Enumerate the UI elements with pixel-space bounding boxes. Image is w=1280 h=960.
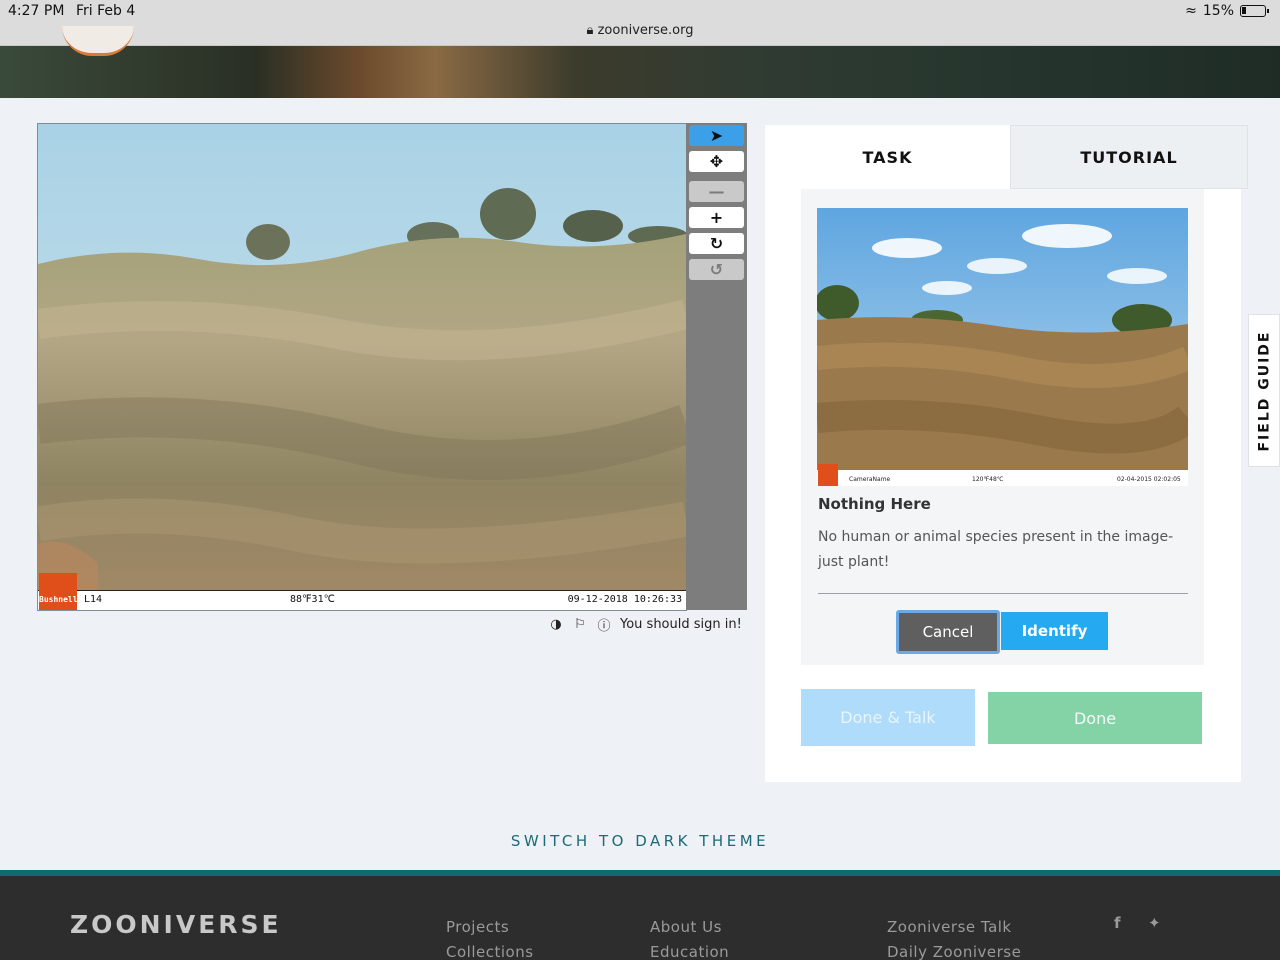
choice-description: No human or animal species present in th… <box>818 529 1174 570</box>
twitter-icon[interactable]: ✦ <box>1148 914 1161 932</box>
footer-link-collections[interactable]: Collections <box>446 943 534 960</box>
footer-link-talk[interactable]: Zooniverse Talk <box>887 918 1012 936</box>
thumb-temperature: 120℉48℃ <box>972 476 1004 483</box>
done-and-talk-button[interactable]: Done & Talk <box>801 689 975 746</box>
card-divider <box>818 593 1188 594</box>
facebook-icon[interactable]: f <box>1114 914 1121 932</box>
wifi-icon: ≈ <box>1185 3 1197 19</box>
field-guide-label: FIELD GUIDE <box>1256 329 1273 452</box>
url-text: zooniverse.org <box>597 23 694 38</box>
address-bar[interactable]: 🔒︎ zooniverse.org <box>0 23 1280 38</box>
identify-button[interactable]: Identify <box>1001 612 1108 650</box>
thumb-timestamp: 02-04-2015 02:02:05 <box>1117 476 1181 483</box>
cancel-button[interactable]: Cancel <box>896 610 1000 654</box>
pointer-icon[interactable]: ➤ <box>689 125 744 146</box>
move-icon[interactable]: ✥ <box>689 151 744 172</box>
image-toolbar: ➤ ✥ — + ↻ ↺ <box>686 123 747 610</box>
footer-link-projects[interactable]: Projects <box>446 918 509 936</box>
battery-icon <box>1240 5 1269 17</box>
tab-tutorial[interactable]: TUTORIAL <box>1010 125 1248 189</box>
sign-in-prompt: You should sign in! <box>620 616 742 632</box>
tab-task[interactable]: TASK <box>765 125 1010 189</box>
site-footer: ZOONIVERSE Projects Collections About Us… <box>0 870 1280 960</box>
zoom-out-icon[interactable]: — <box>689 181 744 202</box>
info-icon[interactable]: ⓘ <box>596 616 612 634</box>
choice-title: Nothing Here <box>818 495 931 513</box>
zooniverse-logo[interactable]: ZOONIVERSE <box>70 910 282 939</box>
footer-link-daily[interactable]: Daily Zooniverse <box>887 943 1021 960</box>
project-avatar[interactable] <box>62 26 134 56</box>
camera-timestamp: 09-12-2018 10:26:33 <box>567 594 682 605</box>
switch-theme-link[interactable]: SWITCH TO DARK THEME <box>0 832 1280 850</box>
status-indicators: ≈ 15% <box>1185 3 1269 19</box>
status-bar: 4:27 PM Fri Feb 4 🔒︎ zooniverse.org ≈ 15… <box>0 0 1280 46</box>
project-hero <box>0 26 1280 98</box>
subject-viewer[interactable]: Bushnell L14 88℉31℃ 09-12-2018 10:26:33 <box>37 123 687 611</box>
thumb-camera-name: CameraName <box>849 476 891 483</box>
battery-percent: 15% <box>1202 3 1234 19</box>
lock-icon: 🔒︎ <box>586 23 594 38</box>
subject-meta-bar: ◑ ⚐ ⓘ You should sign in! <box>548 614 748 634</box>
choice-card: CameraName 120℉48℃ 02-04-2015 02:02:05 N… <box>801 189 1204 665</box>
choice-example-image: CameraName 120℉48℃ 02-04-2015 02:02:05 <box>817 208 1188 486</box>
done-button[interactable]: Done <box>988 692 1202 744</box>
footer-link-education[interactable]: Education <box>650 943 729 960</box>
camera-temperature: 88℉31℃ <box>290 594 335 605</box>
footer-link-about[interactable]: About Us <box>650 918 722 936</box>
zoom-in-icon[interactable]: + <box>689 207 744 228</box>
bushnell-logo: Bushnell <box>39 573 78 610</box>
task-panel: TASK TUTORIAL CameraName 120℉48℃ 02-04-2… <box>765 125 1248 782</box>
status-time: 4:27 PM <box>8 3 65 19</box>
flag-icon[interactable]: ⚐ <box>572 616 588 632</box>
invert-icon[interactable]: ◑ <box>548 616 564 632</box>
camera-info-strip: Bushnell L14 88℉31℃ 09-12-2018 10:26:33 <box>38 573 686 610</box>
field-guide-tab[interactable]: FIELD GUIDE <box>1248 314 1280 467</box>
status-date: Fri Feb 4 <box>76 3 136 19</box>
reset-icon[interactable]: ↺ <box>689 259 744 280</box>
rotate-icon[interactable]: ↻ <box>689 233 744 254</box>
subject-image[interactable] <box>38 124 686 590</box>
camera-id: L14 <box>84 594 103 605</box>
